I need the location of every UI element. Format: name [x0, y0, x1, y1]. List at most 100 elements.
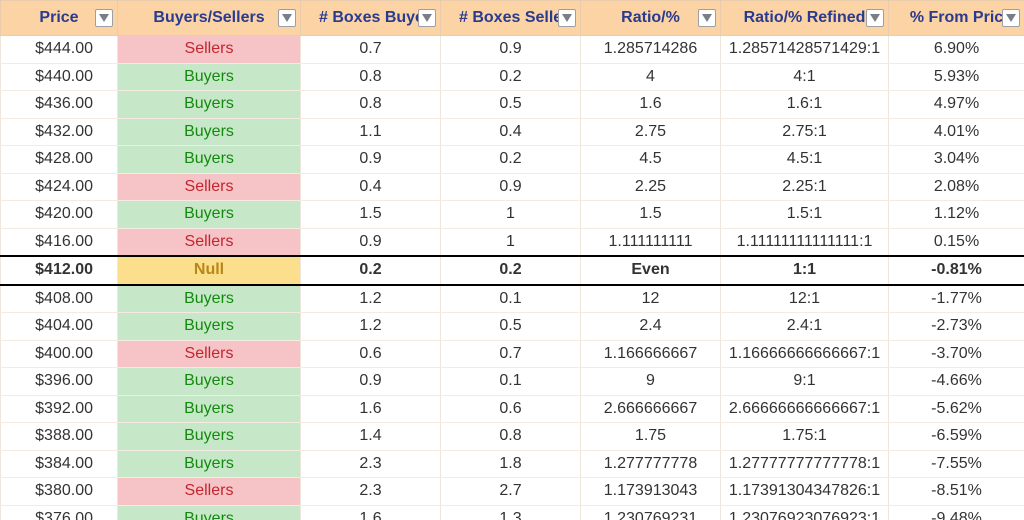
cell-boxes-sellers[interactable]: 0.2	[441, 63, 581, 91]
cell-buyers-sellers[interactable]: Buyers	[118, 368, 301, 396]
cell-boxes-sellers[interactable]: 2.7	[441, 478, 581, 506]
cell-buyers-sellers[interactable]: Buyers	[118, 450, 301, 478]
cell-buyers-sellers[interactable]: Buyers	[118, 285, 301, 313]
cell-price[interactable]: $424.00	[1, 173, 118, 201]
cell-buyers-sellers[interactable]: Buyers	[118, 63, 301, 91]
cell-pct-from-price[interactable]: 4.97%	[889, 91, 1024, 119]
cell-ratio[interactable]: 9	[581, 368, 721, 396]
cell-pct-from-price[interactable]: 5.93%	[889, 63, 1024, 91]
cell-boxes-buyers[interactable]: 1.5	[301, 201, 441, 229]
cell-buyers-sellers[interactable]: Sellers	[118, 228, 301, 256]
cell-ratio[interactable]: 2.75	[581, 118, 721, 146]
cell-ratio[interactable]: 1.111111111	[581, 228, 721, 256]
cell-boxes-buyers[interactable]: 1.1	[301, 118, 441, 146]
cell-ratio[interactable]: 4.5	[581, 146, 721, 174]
cell-ratio[interactable]: Even	[581, 256, 721, 285]
cell-pct-from-price[interactable]: -7.55%	[889, 450, 1024, 478]
cell-boxes-buyers[interactable]: 1.2	[301, 285, 441, 313]
cell-boxes-sellers[interactable]: 0.5	[441, 91, 581, 119]
filter-dropdown-icon[interactable]	[558, 9, 576, 27]
cell-pct-from-price[interactable]: 6.90%	[889, 36, 1024, 64]
cell-pct-from-price[interactable]: -5.62%	[889, 395, 1024, 423]
cell-ratio-refined[interactable]: 1:1	[721, 256, 889, 285]
col-header-boxes-sellers[interactable]: # Boxes Selle	[441, 1, 581, 36]
cell-boxes-buyers[interactable]: 0.9	[301, 146, 441, 174]
cell-ratio[interactable]: 2.25	[581, 173, 721, 201]
cell-buyers-sellers[interactable]: Sellers	[118, 173, 301, 201]
cell-boxes-sellers[interactable]: 0.8	[441, 423, 581, 451]
cell-ratio-refined[interactable]: 1.17391304347826:1	[721, 478, 889, 506]
cell-ratio[interactable]: 12	[581, 285, 721, 313]
cell-ratio-refined[interactable]: 2.66666666666667:1	[721, 395, 889, 423]
cell-boxes-buyers[interactable]: 0.2	[301, 256, 441, 285]
cell-ratio[interactable]: 1.5	[581, 201, 721, 229]
cell-ratio[interactable]: 1.6	[581, 91, 721, 119]
cell-boxes-sellers[interactable]: 0.5	[441, 313, 581, 341]
cell-boxes-sellers[interactable]: 0.2	[441, 146, 581, 174]
cell-buyers-sellers[interactable]: Buyers	[118, 423, 301, 451]
cell-ratio-refined[interactable]: 1.6:1	[721, 91, 889, 119]
filter-dropdown-icon[interactable]	[278, 9, 296, 27]
cell-boxes-buyers[interactable]: 1.4	[301, 423, 441, 451]
cell-price[interactable]: $376.00	[1, 505, 118, 520]
cell-buyers-sellers[interactable]: Buyers	[118, 395, 301, 423]
cell-buyers-sellers[interactable]: Buyers	[118, 201, 301, 229]
cell-boxes-buyers[interactable]: 0.8	[301, 63, 441, 91]
cell-ratio-refined[interactable]: 1.28571428571429:1	[721, 36, 889, 64]
cell-pct-from-price[interactable]: 4.01%	[889, 118, 1024, 146]
cell-boxes-sellers[interactable]: 1.3	[441, 505, 581, 520]
cell-price[interactable]: $388.00	[1, 423, 118, 451]
cell-price[interactable]: $420.00	[1, 201, 118, 229]
cell-pct-from-price[interactable]: -4.66%	[889, 368, 1024, 396]
cell-pct-from-price[interactable]: 3.04%	[889, 146, 1024, 174]
cell-ratio-refined[interactable]: 1.23076923076923:1	[721, 505, 889, 520]
cell-price[interactable]: $404.00	[1, 313, 118, 341]
cell-ratio-refined[interactable]: 2.4:1	[721, 313, 889, 341]
cell-pct-from-price[interactable]: -3.70%	[889, 340, 1024, 368]
cell-boxes-buyers[interactable]: 0.6	[301, 340, 441, 368]
cell-ratio[interactable]: 1.173913043	[581, 478, 721, 506]
cell-buyers-sellers[interactable]: Sellers	[118, 340, 301, 368]
cell-boxes-buyers[interactable]: 0.4	[301, 173, 441, 201]
cell-boxes-sellers[interactable]: 0.9	[441, 173, 581, 201]
cell-ratio[interactable]: 4	[581, 63, 721, 91]
cell-boxes-buyers[interactable]: 1.2	[301, 313, 441, 341]
cell-boxes-buyers[interactable]: 0.9	[301, 368, 441, 396]
cell-boxes-buyers[interactable]: 2.3	[301, 450, 441, 478]
cell-pct-from-price[interactable]: -0.81%	[889, 256, 1024, 285]
filter-dropdown-icon[interactable]	[1002, 9, 1020, 27]
cell-boxes-sellers[interactable]: 0.1	[441, 368, 581, 396]
cell-buyers-sellers[interactable]: Null	[118, 256, 301, 285]
cell-boxes-sellers[interactable]: 0.4	[441, 118, 581, 146]
filter-dropdown-icon[interactable]	[698, 9, 716, 27]
cell-price[interactable]: $440.00	[1, 63, 118, 91]
cell-boxes-sellers[interactable]: 0.6	[441, 395, 581, 423]
cell-boxes-sellers[interactable]: 1.8	[441, 450, 581, 478]
col-header-pct-from-price[interactable]: % From Pric	[889, 1, 1024, 36]
cell-price[interactable]: $432.00	[1, 118, 118, 146]
cell-pct-from-price[interactable]: 2.08%	[889, 173, 1024, 201]
cell-ratio-refined[interactable]: 2.75:1	[721, 118, 889, 146]
cell-pct-from-price[interactable]: -9.48%	[889, 505, 1024, 520]
cell-boxes-buyers[interactable]: 2.3	[301, 478, 441, 506]
cell-ratio[interactable]: 1.230769231	[581, 505, 721, 520]
cell-boxes-buyers[interactable]: 0.8	[301, 91, 441, 119]
cell-pct-from-price[interactable]: -1.77%	[889, 285, 1024, 313]
cell-price[interactable]: $444.00	[1, 36, 118, 64]
cell-price[interactable]: $396.00	[1, 368, 118, 396]
cell-pct-from-price[interactable]: -2.73%	[889, 313, 1024, 341]
cell-price[interactable]: $416.00	[1, 228, 118, 256]
cell-boxes-sellers[interactable]: 1	[441, 201, 581, 229]
cell-ratio-refined[interactable]: 4:1	[721, 63, 889, 91]
cell-boxes-buyers[interactable]: 1.6	[301, 395, 441, 423]
cell-price[interactable]: $428.00	[1, 146, 118, 174]
cell-buyers-sellers[interactable]: Sellers	[118, 478, 301, 506]
cell-ratio[interactable]: 2.4	[581, 313, 721, 341]
cell-pct-from-price[interactable]: 0.15%	[889, 228, 1024, 256]
cell-ratio[interactable]: 1.285714286	[581, 36, 721, 64]
cell-buyers-sellers[interactable]: Sellers	[118, 36, 301, 64]
cell-ratio[interactable]: 1.166666667	[581, 340, 721, 368]
cell-pct-from-price[interactable]: 1.12%	[889, 201, 1024, 229]
col-header-ratio-refined[interactable]: Ratio/% Refined	[721, 1, 889, 36]
cell-boxes-sellers[interactable]: 1	[441, 228, 581, 256]
